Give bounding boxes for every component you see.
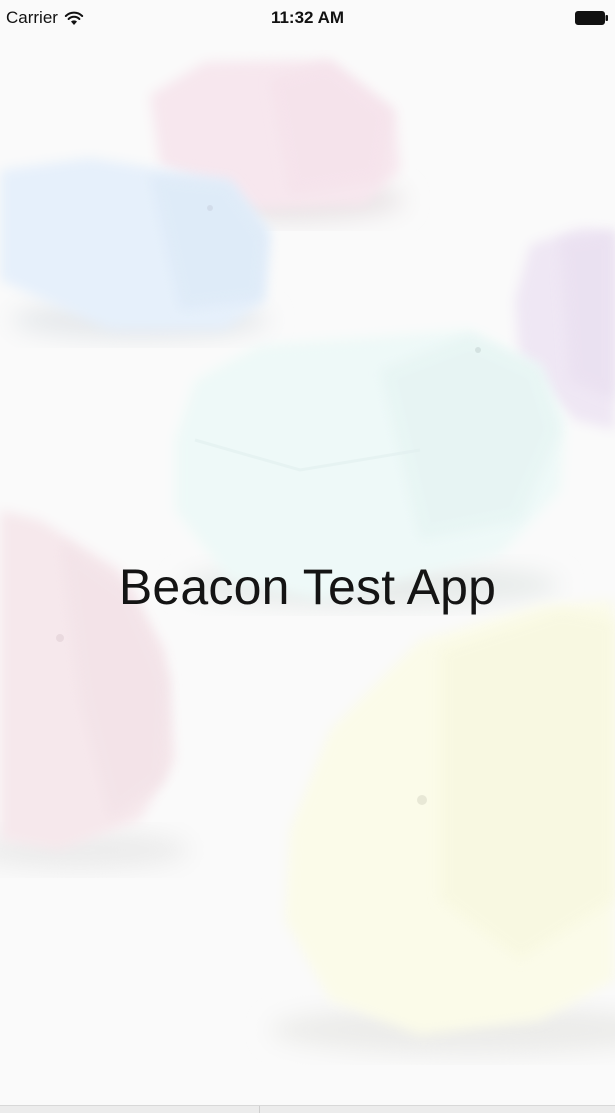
app-title: Beacon Test App (118, 558, 497, 615)
status-time: 11:32 AM (270, 8, 345, 27)
bottom-edge (0, 1105, 615, 1113)
status-bar: Carrier 11:32 AM (0, 0, 615, 40)
splash-screen: Carrier 11:32 AM Beacon Test App (0, 0, 615, 1113)
yellow-beacon-bottom (270, 600, 615, 1055)
blue-beacon-left (0, 158, 270, 340)
bottom-divider (259, 1106, 260, 1113)
battery-icon (575, 11, 608, 25)
beacons-background-image (0, 60, 615, 1055)
